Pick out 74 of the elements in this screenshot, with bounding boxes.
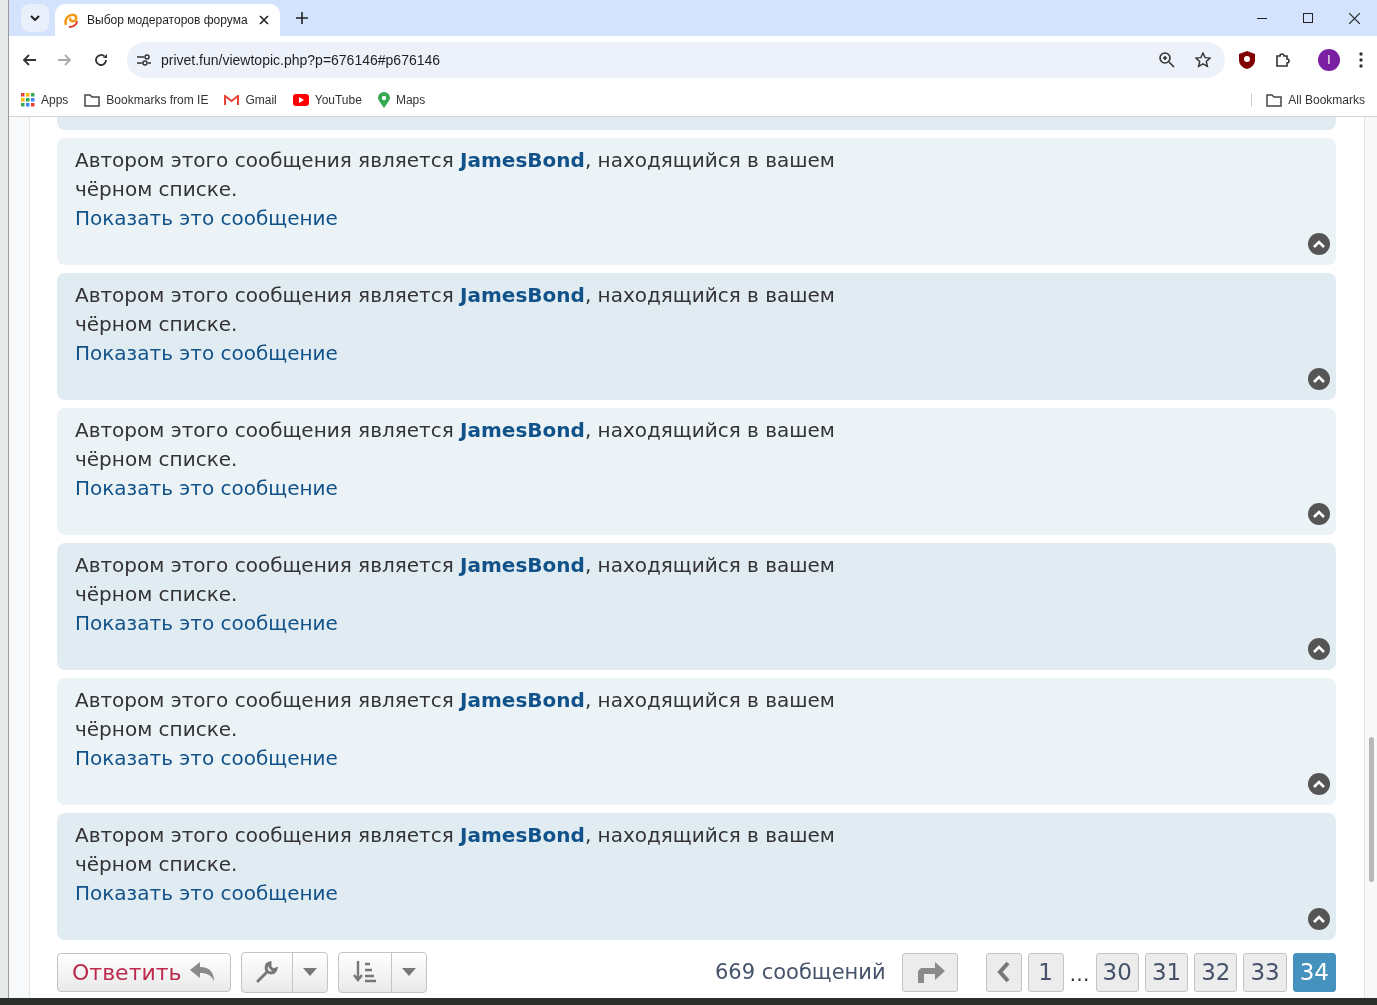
pagination-ellipsis: … [1069,961,1090,986]
folder-icon [1266,93,1283,107]
show-post-link[interactable]: Показать это сообщение [75,609,338,637]
chevron-down-icon [30,15,40,21]
back-to-top-button[interactable] [1308,908,1330,930]
map-pin-icon [377,92,390,108]
back-to-top-button[interactable] [1308,638,1330,660]
page-button[interactable]: 30 [1095,952,1139,992]
zoom-icon[interactable] [1159,52,1175,68]
chevron-up-icon [1313,375,1325,383]
page-button[interactable]: 32 [1194,952,1238,992]
chevron-up-icon [1313,645,1325,653]
bookmark-link[interactable]: Maps [377,92,426,108]
bookmark-link[interactable]: YouTube [292,93,362,107]
wrench-icon [255,961,278,983]
mail-icon [224,94,240,106]
chevron-up-icon [1313,780,1325,788]
star-icon[interactable] [1195,52,1211,68]
blocked-author-notice: Автором этого сообщения является JamesBond, находящийся в вашем чёрном списке. [75,282,836,338]
caret-icon [302,968,317,976]
sort-icon [352,961,377,983]
page-button[interactable]: 1 [1027,952,1064,992]
more-icon [1359,52,1363,68]
reply-arrow-icon [189,962,216,982]
show-post-link[interactable]: Показать это сообщение [75,744,338,772]
blocked-author-notice: Автором этого сообщения является JamesBond, находящийся в вашем чёрном списке. [75,687,836,743]
url-text: privet.fun/viewtopic.php?p=676146#p676146 [161,52,442,68]
back-to-top-button[interactable] [1308,233,1330,255]
minimize-icon [1257,17,1267,19]
shield-icon [1239,51,1255,69]
browser-tab[interactable]: Выбор модераторов форума [55,4,280,36]
chevron-up-icon [1313,915,1325,923]
reply-button[interactable]: Ответить [57,952,231,992]
jump-to-page-button[interactable] [901,952,958,992]
scrollbar[interactable] [1364,117,1377,998]
back-to-top-button[interactable] [1308,368,1330,390]
blocked-author-notice: Автором этого сообщения является JamesBond, находящийся в вашем чёрном списке. [75,552,836,608]
chevron-up-icon [1313,510,1325,518]
plus-icon [296,12,308,24]
chevron-left-icon [996,961,1011,983]
previous-page-button[interactable] [985,952,1022,992]
show-post-link[interactable]: Показать это сообщение [75,474,338,502]
bookmark-link[interactable]: Bookmarks from IE [84,93,209,107]
maximize-icon [1303,13,1313,23]
tab-title: Выбор модераторов форума [87,13,248,27]
swirl-icon [63,12,79,28]
close-icon [1348,12,1360,24]
chevron-up-icon [1313,240,1325,248]
tab-list-button[interactable] [21,4,49,32]
address-bar[interactable]: privet.fun/viewtopic.php?p=676146#p676146 [127,42,1225,78]
back-arrow-icon [22,54,36,66]
back-to-top-button[interactable] [1308,773,1330,795]
reload-icon [94,53,108,67]
apps-grid-icon [21,93,35,107]
forward-arrow-icon [58,54,72,66]
bookmark-link[interactable]: Apps [21,93,69,107]
blocked-author-notice: Автором этого сообщения является JamesBond, находящийся в вашем чёрном списке. [75,417,836,473]
show-post-link[interactable]: Показать это сообщение [75,204,338,232]
caret-icon [401,968,416,976]
show-post-link[interactable]: Показать это сообщение [75,339,338,367]
blocked-author-notice: Автором этого сообщения является JamesBond, находящийся в вашем чёрном списке. [75,822,836,878]
bookmark-link[interactable]: Gmail [224,93,277,107]
back-to-top-button[interactable] [1308,503,1330,525]
post-count: 669 сообщений [714,960,886,984]
close-icon [259,15,269,25]
folder-icon [84,93,101,107]
all-bookmarks-link[interactable]: All Bookmarks [1251,93,1365,107]
play-icon [292,94,309,106]
page-button[interactable]: 31 [1144,952,1189,992]
show-post-link[interactable]: Показать это сообщение [75,879,338,907]
puzzle-icon [1274,51,1292,69]
site-settings-icon [137,54,151,66]
blocked-author-notice: Автором этого сообщения является JamesBond, находящийся в вашем чёрном списке. [75,147,836,203]
page-button[interactable]: 33 [1243,952,1287,992]
